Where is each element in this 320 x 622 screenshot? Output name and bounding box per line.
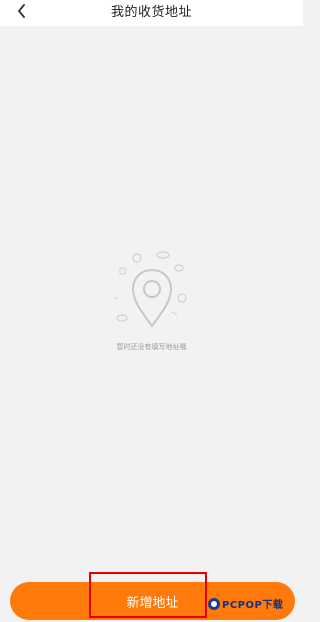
watermark-logo-icon [208,597,220,610]
empty-state-message: 暂时还没有填写地址哦 [116,343,187,351]
header: 我的收货地址 [0,0,303,26]
page-title: 我的收货地址 [110,5,192,20]
highlight-annotation-box [89,572,207,618]
watermark-text: PCPOP下载 [222,600,284,611]
watermark: PCPOP下载 [208,596,283,611]
empty-state-illustration [100,240,200,340]
location-pin-icon [114,251,187,328]
